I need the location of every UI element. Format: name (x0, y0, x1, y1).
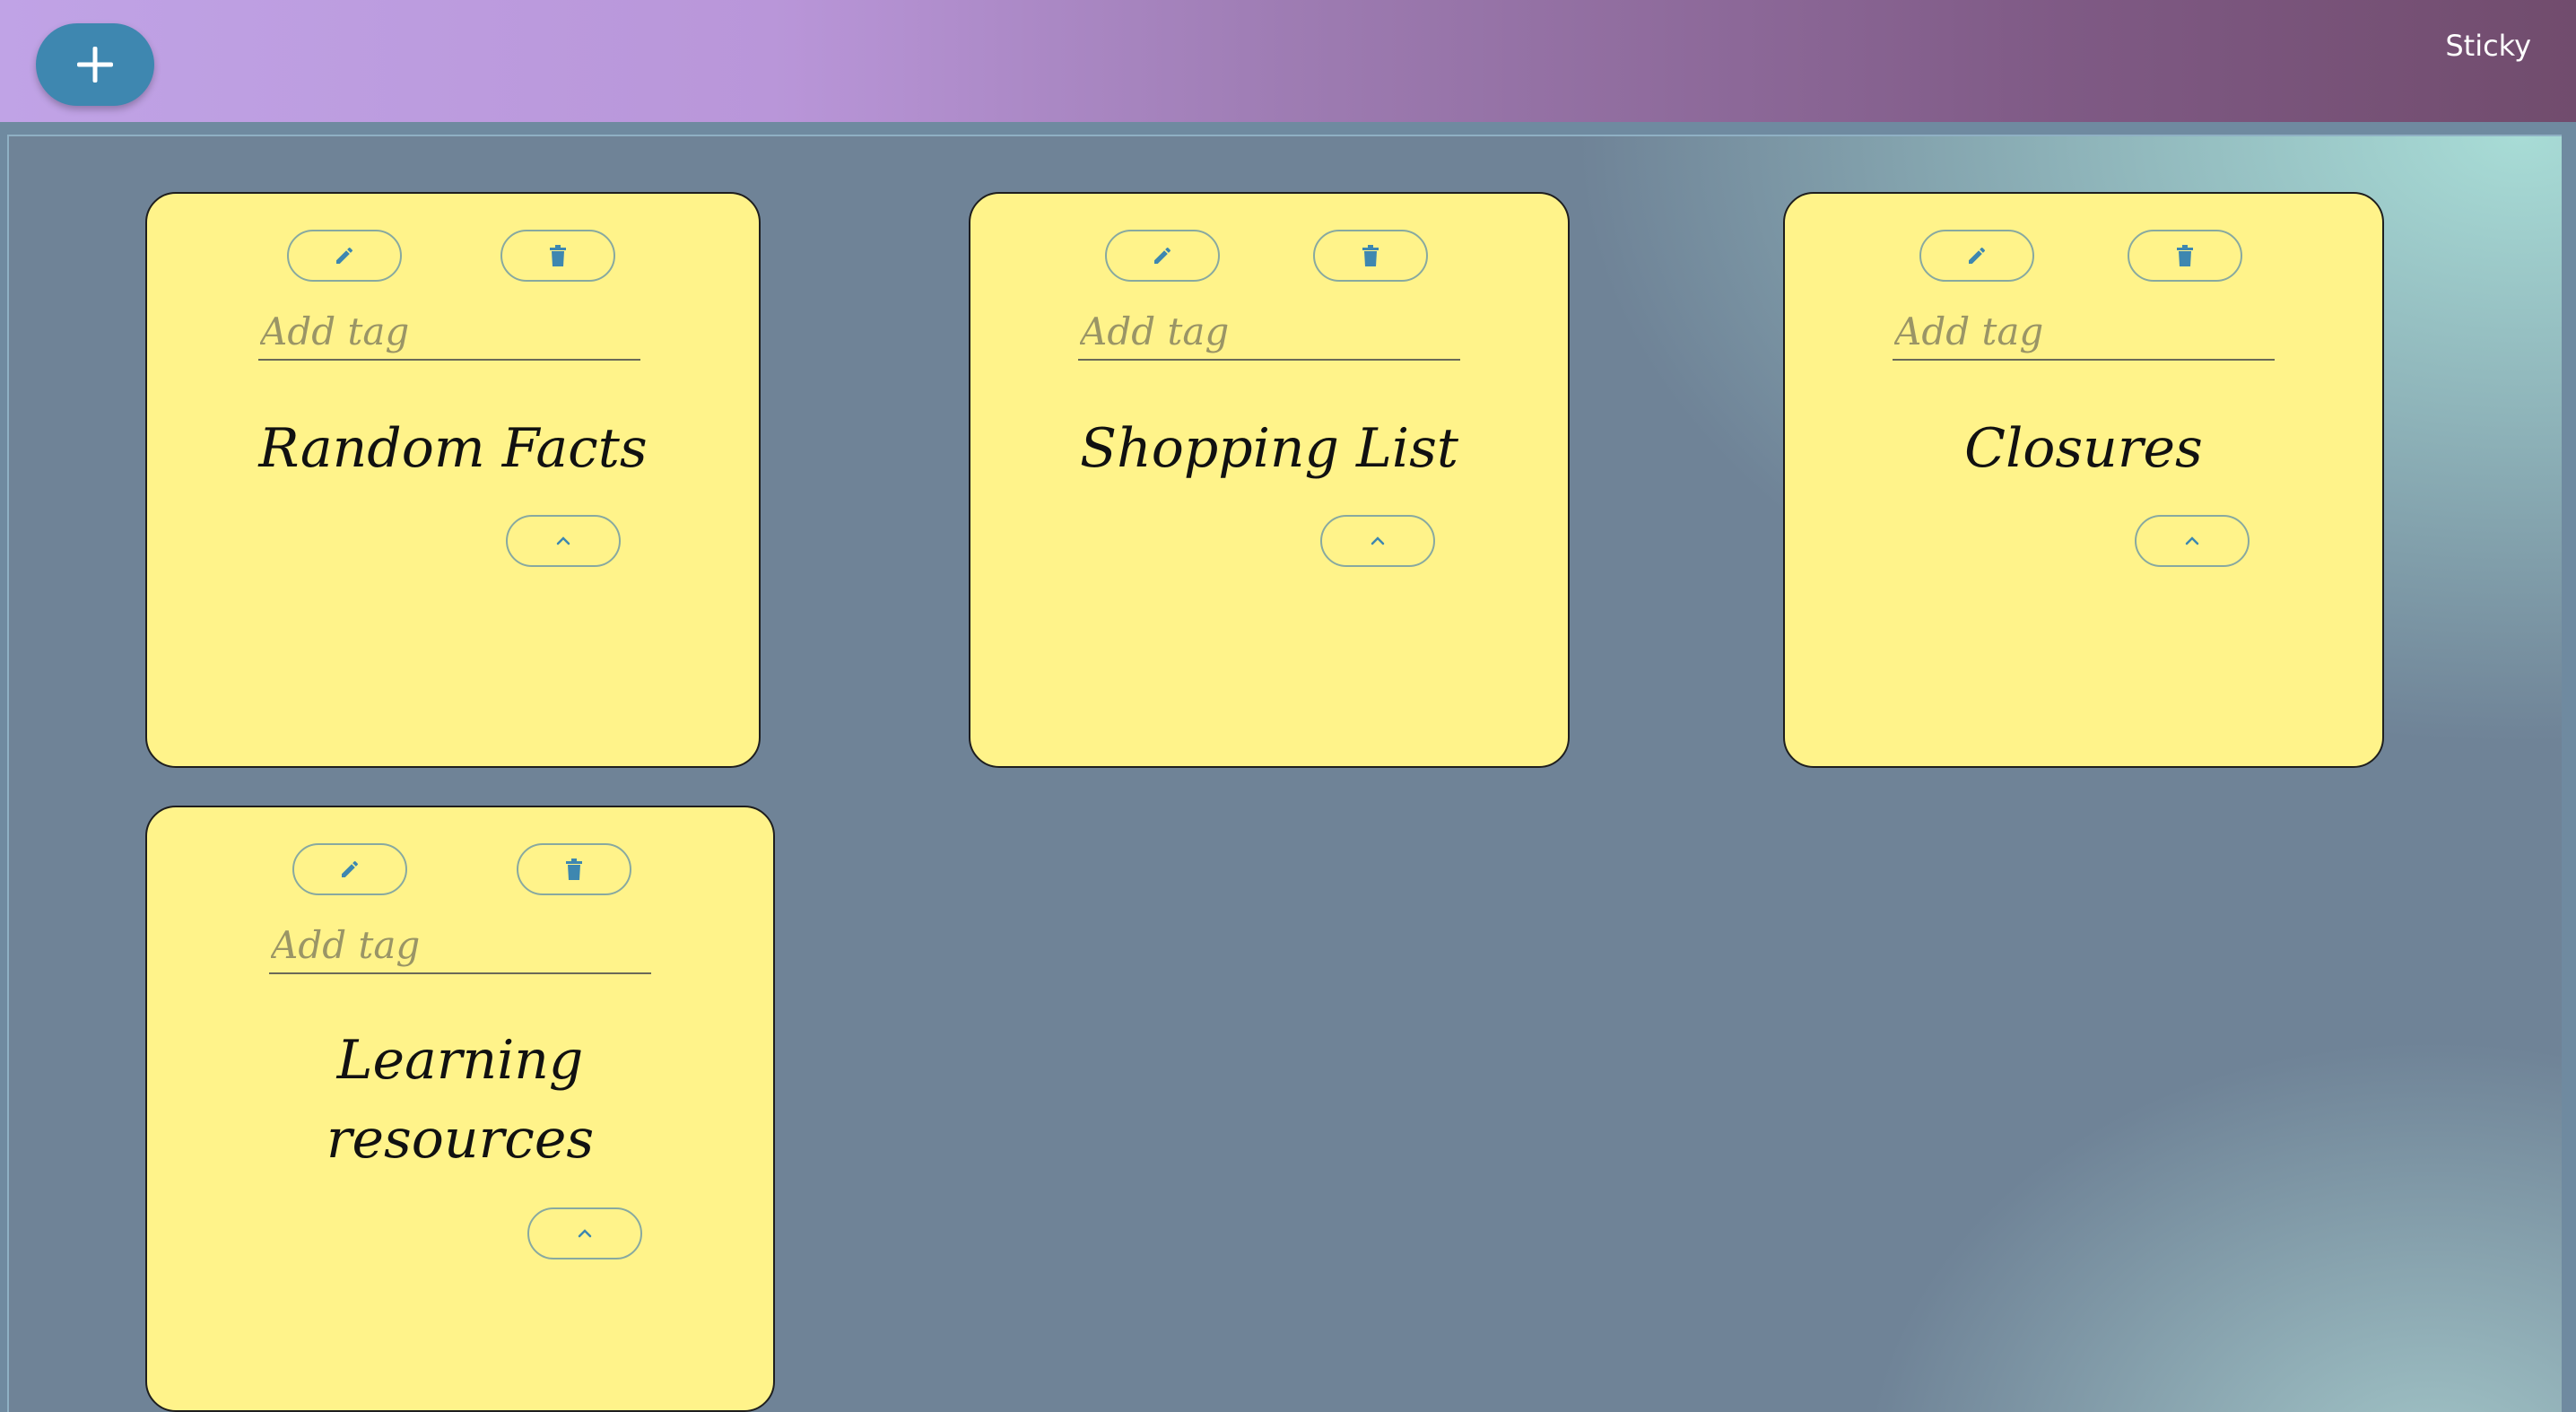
delete-note-button[interactable] (1313, 230, 1428, 282)
note-title: Closures (1964, 417, 2203, 480)
add-tag-input[interactable] (1078, 303, 1460, 361)
pencil-icon (342, 860, 359, 877)
note-title: Shopping List (1080, 417, 1458, 480)
notes-board: Random Facts Shopping List (7, 135, 2562, 1412)
sticky-note: Learning resources (145, 806, 775, 1412)
edit-note-button[interactable] (287, 230, 402, 282)
trash-icon (2177, 245, 2193, 266)
sticky-note: Closures (1783, 192, 2384, 768)
edit-note-button[interactable] (1919, 230, 2034, 282)
pencil-icon (1969, 247, 1986, 264)
collapse-note-button[interactable] (506, 515, 621, 567)
add-tag-input[interactable] (1893, 303, 2275, 361)
add-tag-input[interactable] (258, 303, 640, 361)
trash-icon (1362, 245, 1379, 266)
sticky-note: Random Facts (145, 192, 761, 768)
delete-note-button[interactable] (2128, 230, 2242, 282)
chevron-up-icon (556, 536, 570, 545)
delete-note-button[interactable] (517, 843, 631, 895)
delete-note-button[interactable] (500, 230, 615, 282)
trash-icon (550, 245, 566, 266)
pencil-icon (336, 247, 353, 264)
collapse-note-button[interactable] (2135, 515, 2250, 567)
app-title: Sticky (2445, 29, 2531, 63)
chevron-up-icon (2185, 536, 2199, 545)
chevron-up-icon (1371, 536, 1385, 545)
edit-note-button[interactable] (292, 843, 407, 895)
add-tag-input[interactable] (269, 917, 651, 974)
app-header: Sticky (0, 0, 2576, 122)
note-title: Random Facts (258, 417, 648, 480)
collapse-note-button[interactable] (1320, 515, 1435, 567)
chevron-up-icon (578, 1229, 592, 1238)
edit-note-button[interactable] (1105, 230, 1220, 282)
sticky-note: Shopping List (969, 192, 1570, 768)
pencil-icon (1154, 247, 1171, 264)
collapse-note-button[interactable] (527, 1207, 642, 1259)
trash-icon (566, 859, 582, 880)
add-note-button[interactable] (36, 23, 154, 106)
note-title: Learning resources (326, 1029, 595, 1171)
plus-icon (77, 47, 113, 83)
